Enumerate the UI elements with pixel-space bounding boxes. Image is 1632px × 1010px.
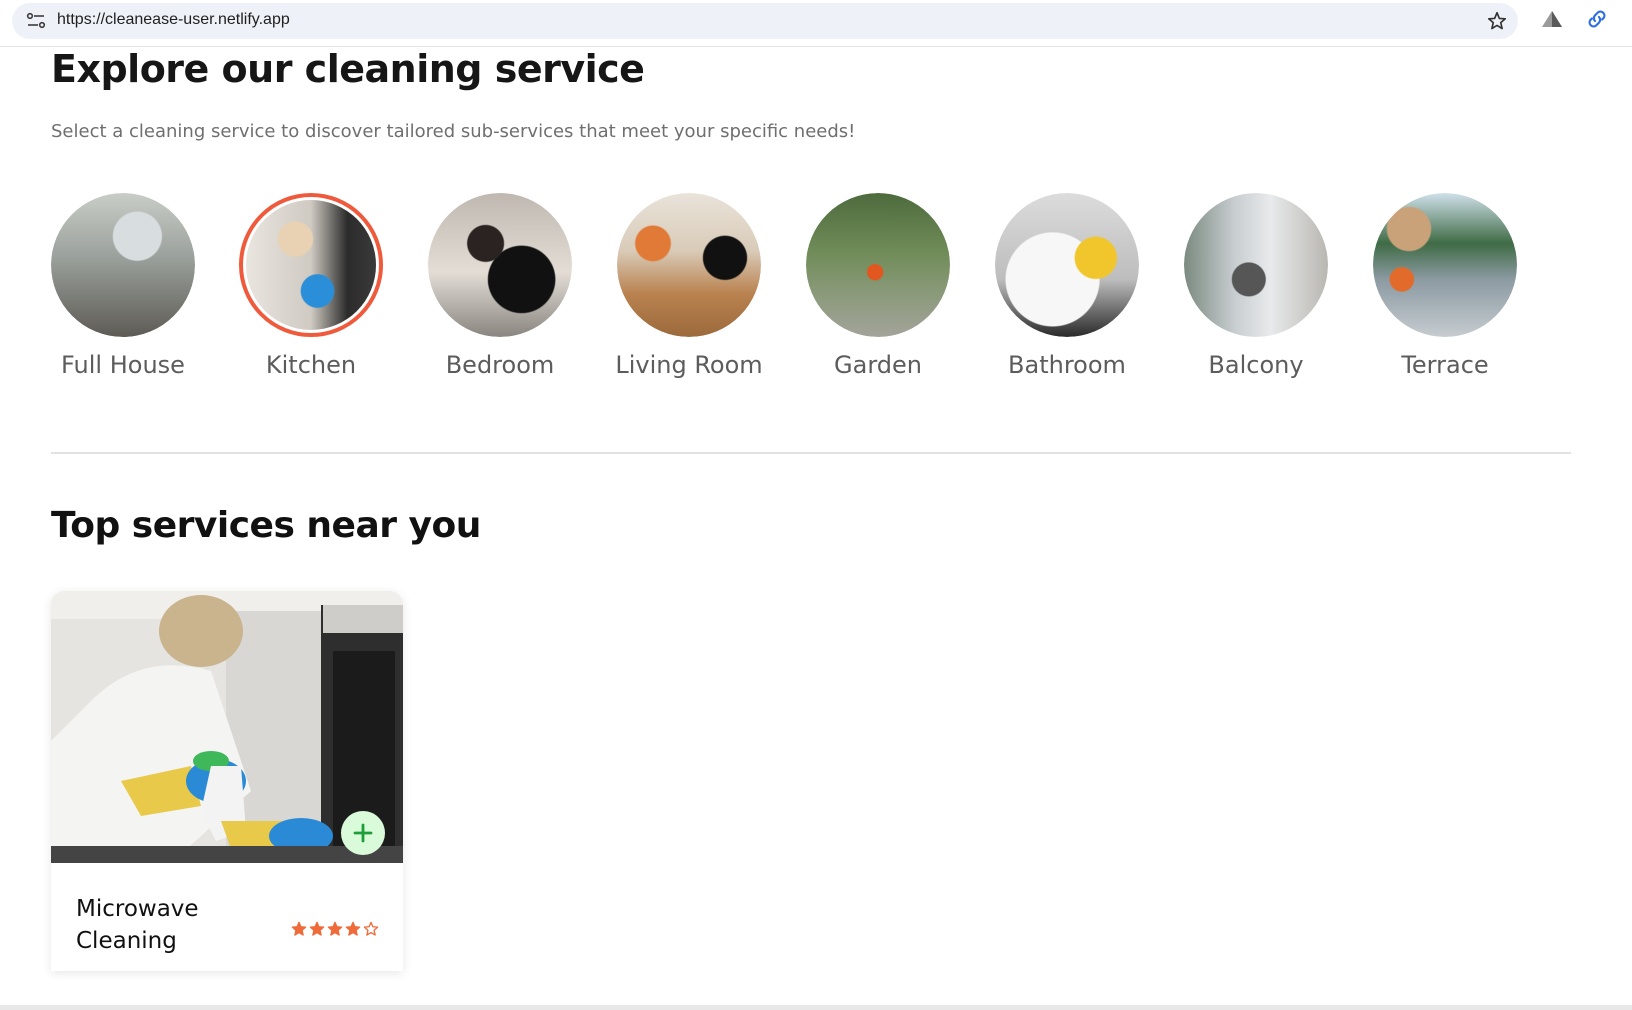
category-label: Living Room [615, 351, 763, 379]
category-label: Full House [61, 351, 185, 379]
category-image [1184, 193, 1328, 337]
category-label: Garden [834, 351, 922, 379]
extension-triangle-icon[interactable] [1541, 9, 1563, 29]
star-filled-icon [327, 921, 343, 936]
category-living-room[interactable]: Living Room [596, 193, 776, 393]
category-label: Bathroom [1008, 351, 1126, 379]
star-filled-icon [309, 921, 325, 936]
category-kitchen[interactable]: Kitchen [218, 193, 398, 393]
section-title: Top services near you [51, 505, 481, 546]
rating-stars [291, 921, 379, 937]
category-image [617, 193, 761, 337]
category-terrace[interactable]: Terrace [1352, 193, 1532, 393]
bookmark-star-icon[interactable] [1486, 10, 1508, 32]
category-full-house[interactable]: Full House [30, 193, 210, 393]
address-bar[interactable]: https://cleanease-user.netlify.app [12, 3, 1518, 39]
url-text[interactable]: https://cleanease-user.netlify.app [57, 11, 290, 29]
section-divider [51, 452, 1571, 454]
category-label: Balcony [1208, 351, 1304, 379]
category-list: Full House Kitchen Bedroom Living Room G… [30, 193, 1600, 393]
category-label: Bedroom [445, 351, 555, 379]
category-label: Terrace [1401, 351, 1489, 379]
service-card[interactable]: Microwave Cleaning [51, 591, 403, 971]
category-balcony[interactable]: Balcony [1163, 193, 1343, 393]
link-icon[interactable] [1585, 7, 1609, 31]
category-image [51, 193, 195, 337]
category-image [806, 193, 950, 337]
plus-icon [353, 823, 373, 843]
category-label: Kitchen [265, 351, 357, 379]
page-content: Explore our cleaning service Select a cl… [0, 47, 1632, 1010]
star-filled-icon [291, 921, 307, 936]
category-garden[interactable]: Garden [785, 193, 965, 393]
category-image [1373, 193, 1517, 337]
star-filled-icon [345, 921, 361, 936]
star-empty-icon [363, 921, 379, 936]
browser-toolbar: https://cleanease-user.netlify.app [0, 0, 1632, 47]
page-title: Explore our cleaning service [51, 47, 645, 91]
page-bottom-edge [0, 1005, 1632, 1010]
category-image [995, 193, 1139, 337]
category-image [428, 193, 572, 337]
category-image [239, 193, 383, 337]
category-bathroom[interactable]: Bathroom [974, 193, 1154, 393]
site-info-icon[interactable] [26, 12, 46, 30]
page-subtitle: Select a cleaning service to discover ta… [51, 121, 856, 142]
service-card-title: Microwave Cleaning [76, 896, 199, 954]
category-bedroom[interactable]: Bedroom [407, 193, 587, 393]
add-service-button[interactable] [341, 811, 385, 855]
